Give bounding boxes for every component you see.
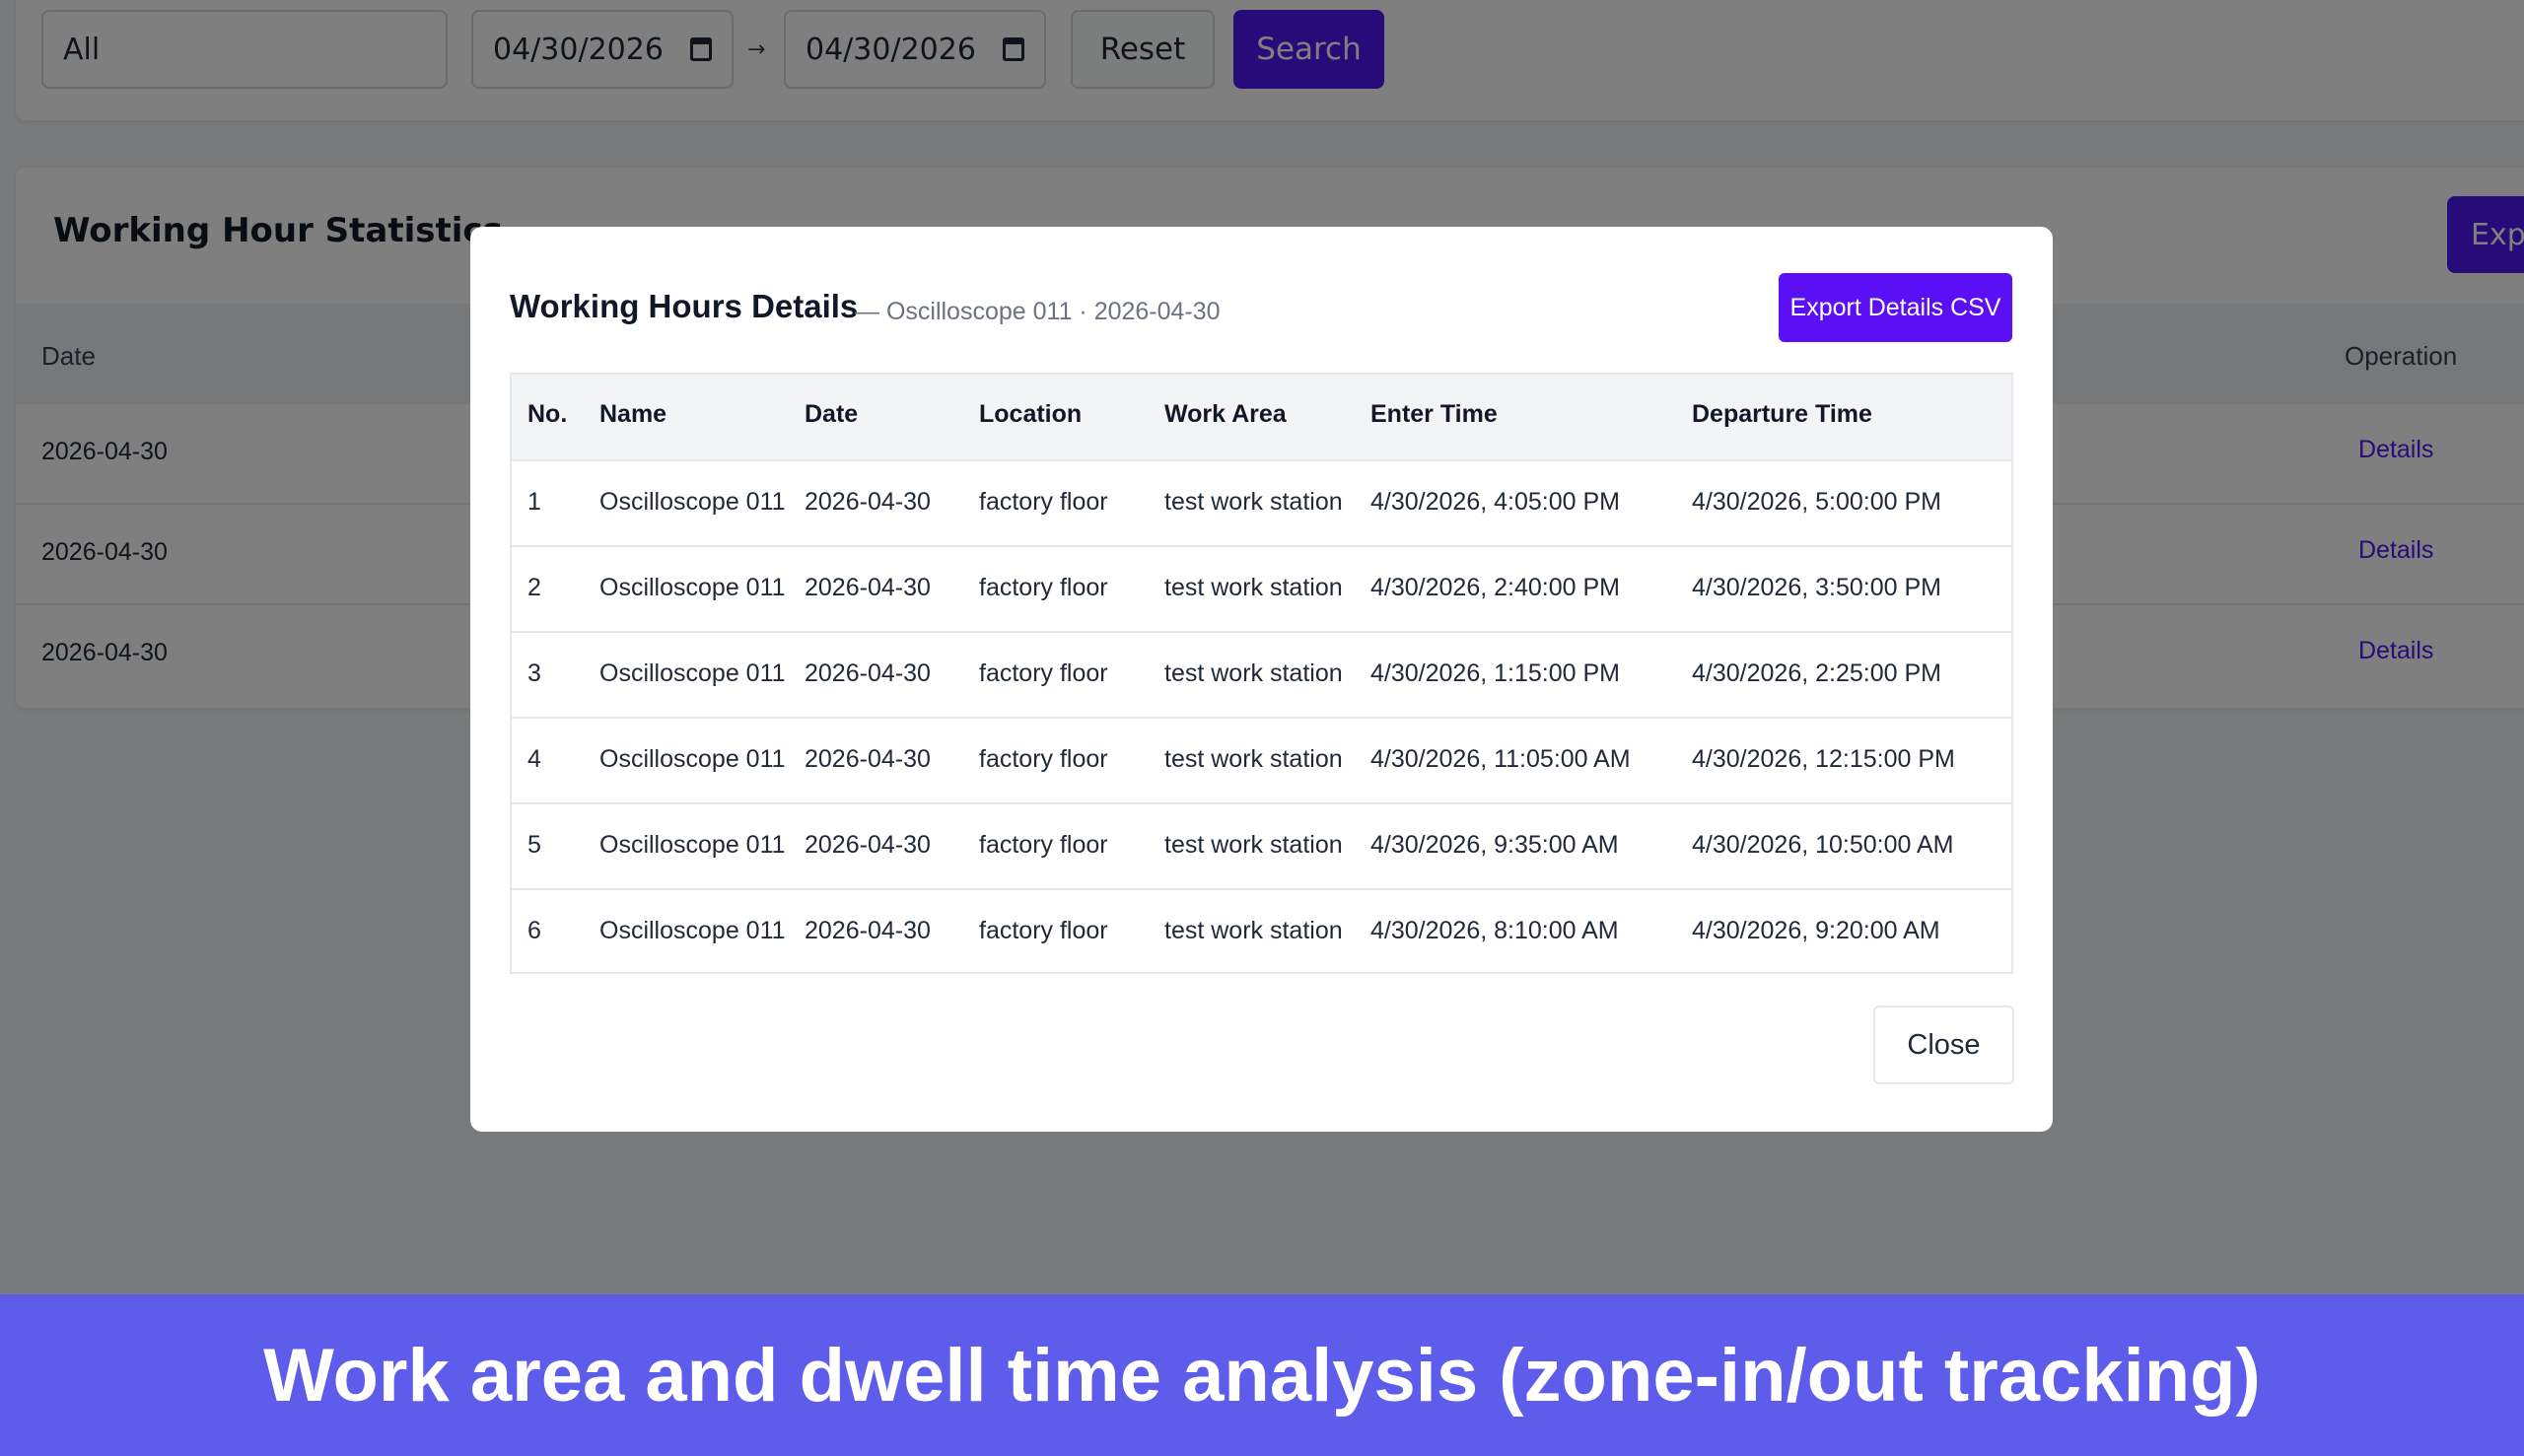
cell-date: 2026-04-30 [805,659,931,687]
cell-location: factory floor [979,831,1108,859]
cell-no: 2 [527,574,541,601]
column-header-work-area: Work Area [1164,400,1287,428]
cell-work-area: test work station [1164,574,1343,601]
column-header-date: Date [805,400,859,428]
modal-title: Working Hours Details [510,288,859,324]
details-table-header: No. Name Date Location Work Area Enter T… [512,375,2011,461]
cell-work-area: test work station [1164,745,1343,773]
column-header-departure-time: Departure Time [1692,400,1872,428]
table-row: 5 Oscilloscope 011 2026-04-30 factory fl… [512,804,2011,890]
cell-location: factory floor [979,488,1108,516]
details-table: No. Name Date Location Work Area Enter T… [510,373,2013,974]
export-details-csv-button[interactable]: Export Details CSV [1779,273,2012,342]
cell-location: factory floor [979,917,1108,944]
cell-name: Oscilloscope 011 [599,917,786,944]
cell-enter-time: 4/30/2026, 2:40:00 PM [1370,574,1620,601]
cell-work-area: test work station [1164,917,1343,944]
cell-departure-time: 4/30/2026, 5:00:00 PM [1692,488,1941,516]
cell-work-area: test work station [1164,659,1343,687]
cell-name: Oscilloscope 011 [599,831,786,859]
cell-no: 3 [527,659,541,687]
cell-departure-time: 4/30/2026, 3:50:00 PM [1692,574,1941,601]
cell-departure-time: 4/30/2026, 9:20:00 AM [1692,917,1940,944]
column-header-location: Location [979,400,1083,428]
cell-date: 2026-04-30 [805,745,931,773]
column-header-enter-time: Enter Time [1370,400,1498,428]
cell-name: Oscilloscope 011 [599,488,786,516]
table-row: 4 Oscilloscope 011 2026-04-30 factory fl… [512,719,2011,804]
cell-location: factory floor [979,745,1108,773]
cell-enter-time: 4/30/2026, 8:10:00 AM [1370,917,1619,944]
cell-departure-time: 4/30/2026, 10:50:00 AM [1692,831,1954,859]
table-row: 2 Oscilloscope 011 2026-04-30 factory fl… [512,547,2011,633]
modal-subtitle: — Oscilloscope 011 · 2026-04-30 [855,298,1221,325]
cell-date: 2026-04-30 [805,831,931,859]
cell-enter-time: 4/30/2026, 1:15:00 PM [1370,659,1620,687]
cell-name: Oscilloscope 011 [599,659,786,687]
cell-enter-time: 4/30/2026, 4:05:00 PM [1370,488,1620,516]
cell-name: Oscilloscope 011 [599,574,786,601]
caption-text: Work area and dwell time analysis (zone-… [263,1333,2261,1418]
cell-date: 2026-04-30 [805,488,931,516]
cell-work-area: test work station [1164,488,1343,516]
column-header-no: No. [527,400,568,428]
cell-departure-time: 4/30/2026, 12:15:00 PM [1692,745,1955,773]
cell-no: 1 [527,488,541,516]
cell-date: 2026-04-30 [805,917,931,944]
cell-no: 4 [527,745,541,773]
table-row: 6 Oscilloscope 011 2026-04-30 factory fl… [512,890,2011,976]
caption-banner: Work area and dwell time analysis (zone-… [0,1294,2524,1456]
working-hours-details-modal: Working Hours Details — Oscilloscope 011… [470,227,2053,1132]
cell-name: Oscilloscope 011 [599,745,786,773]
cell-no: 6 [527,917,541,944]
cell-location: factory floor [979,574,1108,601]
cell-enter-time: 4/30/2026, 11:05:00 AM [1370,745,1631,773]
cell-departure-time: 4/30/2026, 2:25:00 PM [1692,659,1941,687]
cell-enter-time: 4/30/2026, 9:35:00 AM [1370,831,1619,859]
column-header-name: Name [599,400,667,428]
cell-work-area: test work station [1164,831,1343,859]
cell-location: factory floor [979,659,1108,687]
cell-date: 2026-04-30 [805,574,931,601]
table-row: 3 Oscilloscope 011 2026-04-30 factory fl… [512,633,2011,719]
cell-no: 5 [527,831,541,859]
table-row: 1 Oscilloscope 011 2026-04-30 factory fl… [512,461,2011,547]
close-button[interactable]: Close [1873,1005,2014,1084]
